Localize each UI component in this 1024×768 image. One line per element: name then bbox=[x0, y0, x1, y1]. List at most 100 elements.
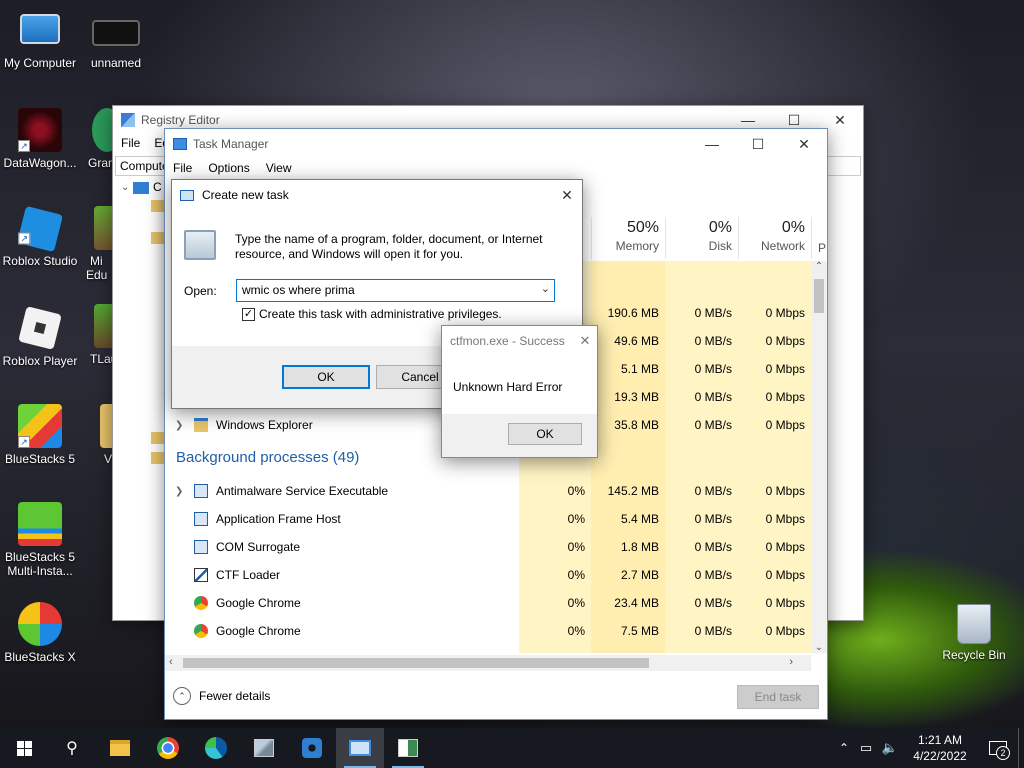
close-button[interactable]: ✕ bbox=[552, 180, 582, 210]
column-header-network[interactable]: 0% Network bbox=[738, 217, 811, 259]
column-header-power[interactable]: P bbox=[811, 217, 827, 259]
tlauncher-icon bbox=[94, 304, 114, 348]
column-header-disk[interactable]: 0% Disk bbox=[665, 217, 738, 259]
desktop-icon-recycle-bin[interactable]: Recycle Bin bbox=[934, 604, 1014, 662]
desktop-icon-label: BlueStacks X bbox=[4, 650, 76, 664]
cpu-cell: 0% bbox=[519, 589, 591, 617]
memory-percent: 50% bbox=[626, 219, 659, 236]
desktop-icon-tlauncher[interactable]: TLau bbox=[86, 304, 114, 366]
error-title: ctfmon.exe - Success bbox=[450, 334, 565, 348]
maximize-button[interactable]: ☐ bbox=[735, 129, 781, 159]
horizontal-scrollbar[interactable]: ‹ › bbox=[165, 655, 811, 671]
memory-cell: 19.3 MB bbox=[591, 383, 665, 411]
dialog-description: Type the name of a program, folder, docu… bbox=[235, 232, 543, 261]
desktop-icon-bluestacks5[interactable]: ↗ BlueStacks 5 bbox=[0, 404, 80, 466]
volume-icon[interactable]: 🔈 bbox=[878, 740, 902, 756]
table-row[interactable]: Google Chrome 0% 23.4 MB 0 MB/s 0 Mbps bbox=[165, 589, 811, 617]
disk-cell: 0 MB/s bbox=[665, 561, 738, 589]
taskbar-settings[interactable] bbox=[288, 728, 336, 768]
vertical-scrollbar[interactable]: ⌃ ⌄ bbox=[811, 261, 827, 653]
edge-icon bbox=[205, 737, 227, 759]
taskbar-registry-editor[interactable] bbox=[384, 728, 432, 768]
table-row[interactable]: CTF Loader 0% 2.7 MB 0 MB/s 0 Mbps bbox=[165, 561, 811, 589]
datawagon-icon: ↗ bbox=[18, 108, 62, 152]
ctfmon-error-dialog[interactable]: ctfmon.exe - Success ✕ Unknown Hard Erro… bbox=[441, 325, 598, 458]
desktop-icon-minecraft-edu[interactable]: Mi Edu bbox=[86, 206, 114, 282]
taskbar-app[interactable] bbox=[240, 728, 288, 768]
h-scroll-thumb[interactable] bbox=[183, 658, 649, 668]
desktop-icon-bluestacks-multi[interactable]: BlueStacks 5 Multi-Insta... bbox=[0, 502, 80, 578]
registry-app-icon bbox=[121, 113, 135, 127]
menu-file[interactable]: File bbox=[173, 161, 192, 175]
error-titlebar[interactable]: ctfmon.exe - Success ✕ bbox=[442, 326, 597, 356]
desktop-icon-datawagon[interactable]: ↗ DataWagon... bbox=[0, 108, 80, 170]
tree-expand-icon[interactable]: ⌄ bbox=[121, 182, 129, 193]
search-icon: ⚲ bbox=[66, 740, 78, 757]
network-cell: 0 Mbps bbox=[738, 533, 811, 561]
memory-cell: 49.6 MB bbox=[591, 327, 665, 355]
table-row[interactable]: ❯ Antimalware Service Executable 0% 145.… bbox=[165, 477, 811, 505]
action-center-button[interactable]: 2 bbox=[978, 728, 1018, 768]
open-combobox[interactable]: wmic os where prima ⌄ bbox=[236, 279, 555, 302]
scroll-right-icon[interactable]: › bbox=[789, 656, 793, 668]
end-task-button[interactable]: End task bbox=[737, 685, 819, 709]
registry-address-text: Compute bbox=[120, 159, 169, 173]
disk-cell: 0 MB/s bbox=[665, 327, 738, 355]
dropdown-chevron-icon[interactable]: ⌄ bbox=[541, 282, 550, 295]
menu-options[interactable]: Options bbox=[208, 161, 249, 175]
chrome-icon bbox=[157, 737, 179, 759]
network-cell: 0 Mbps bbox=[738, 411, 811, 439]
desktop-icon-my-computer[interactable]: My Computer bbox=[0, 8, 80, 70]
desktop-icon-v[interactable]: V bbox=[92, 404, 114, 466]
disk-cell: 0 MB/s bbox=[665, 505, 738, 533]
expand-chevron-icon[interactable]: ❯ bbox=[175, 420, 183, 431]
scroll-thumb[interactable] bbox=[814, 279, 824, 313]
admin-checkbox-row[interactable]: ✓ Create this task with administrative p… bbox=[242, 307, 502, 321]
table-row[interactable]: Application Frame Host 0% 5.4 MB 0 MB/s … bbox=[165, 505, 811, 533]
close-button[interactable]: ✕ bbox=[781, 129, 827, 159]
scroll-left-icon[interactable]: ‹ bbox=[169, 656, 173, 668]
scroll-up-icon[interactable]: ⌃ bbox=[811, 261, 827, 272]
table-row[interactable]: COM Surrogate 0% 1.8 MB 0 MB/s 0 Mbps bbox=[165, 533, 811, 561]
run-program-icon bbox=[184, 230, 216, 260]
cpu-cell: 0% bbox=[519, 617, 591, 645]
taskmgr-titlebar[interactable]: Task Manager — ☐ ✕ bbox=[165, 129, 827, 159]
minimize-button[interactable]: — bbox=[689, 129, 735, 159]
menu-file[interactable]: File bbox=[121, 136, 140, 150]
menu-view[interactable]: View bbox=[266, 161, 292, 175]
expand-chevron-icon[interactable]: ❯ bbox=[175, 486, 183, 497]
fewer-details-button[interactable]: ⌃ Fewer details bbox=[173, 685, 270, 707]
clock[interactable]: 1:21 AM 4/22/2022 bbox=[902, 732, 978, 764]
show-desktop-button[interactable] bbox=[1018, 728, 1024, 768]
search-button[interactable]: ⚲ bbox=[48, 728, 96, 768]
column-header-memory[interactable]: 50% Memory bbox=[591, 217, 665, 259]
roblox-player-icon bbox=[18, 306, 62, 350]
desktop-icon-roblox-player[interactable]: Roblox Player bbox=[0, 304, 80, 368]
show-hidden-icons-chevron-icon[interactable]: ⌃ bbox=[834, 741, 854, 755]
close-button[interactable]: ✕ bbox=[573, 333, 597, 349]
network-cell: 0 Mbps bbox=[738, 299, 811, 327]
desktop-icon-label: Roblox Player bbox=[2, 354, 78, 368]
open-input-value[interactable]: wmic os where prima bbox=[242, 283, 355, 297]
taskbar-task-manager[interactable] bbox=[336, 728, 384, 768]
desktop-icon-bluestacks-x[interactable]: BlueStacks X bbox=[0, 602, 80, 664]
admin-checkbox[interactable]: ✓ bbox=[242, 307, 255, 321]
cpu-cell: 0% bbox=[519, 477, 591, 505]
ok-button[interactable]: OK bbox=[282, 365, 370, 389]
desktop-icon-roblox-studio[interactable]: ↗ Roblox Studio bbox=[0, 205, 80, 268]
desktop-icon-grand[interactable]: Grand bbox=[80, 108, 114, 170]
com-surrogate-icon bbox=[194, 540, 208, 554]
error-ok-button[interactable]: OK bbox=[508, 423, 582, 445]
desktop-icon-unnamed[interactable]: unnamed bbox=[76, 8, 156, 70]
scroll-down-icon[interactable]: ⌄ bbox=[811, 642, 827, 653]
network-cell: 0 Mbps bbox=[738, 589, 811, 617]
taskbar-chrome[interactable] bbox=[144, 728, 192, 768]
memory-cell: 23.4 MB bbox=[591, 589, 665, 617]
start-button[interactable] bbox=[0, 728, 48, 768]
taskbar-file-explorer[interactable] bbox=[96, 728, 144, 768]
network-icon[interactable]: ▭ bbox=[854, 740, 878, 756]
taskbar-edge[interactable] bbox=[192, 728, 240, 768]
registry-title: Registry Editor bbox=[141, 113, 220, 127]
dialog-titlebar[interactable]: Create new task ✕ bbox=[172, 180, 582, 210]
table-row[interactable]: Google Chrome 0% 7.5 MB 0 MB/s 0 Mbps bbox=[165, 617, 811, 645]
